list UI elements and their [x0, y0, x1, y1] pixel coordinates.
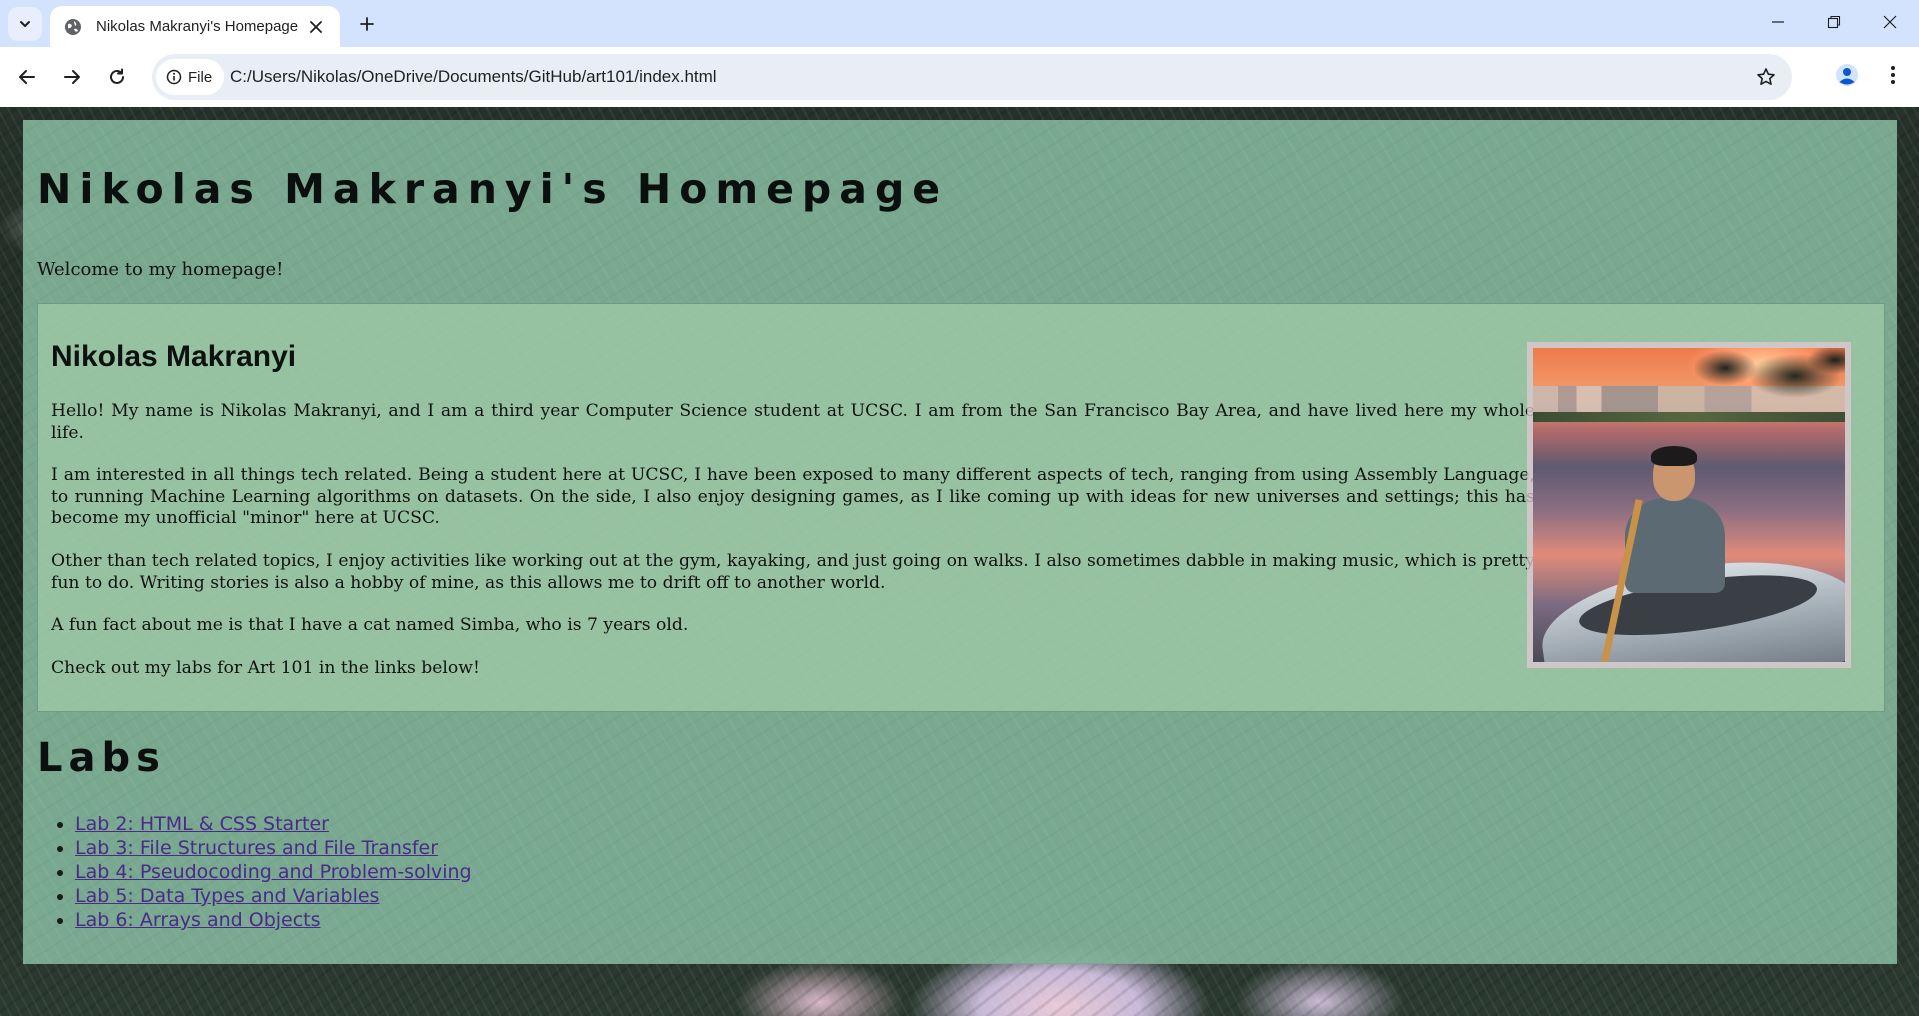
tab-title: Nikolas Makranyi's Homepage — [96, 18, 299, 35]
list-item: Lab 3: File Structures and File Transfer — [75, 836, 472, 860]
page-title: Nikolas Makranyi's Homepage — [37, 165, 949, 213]
close-icon — [1883, 15, 1897, 29]
close-window-button[interactable] — [1862, 0, 1918, 44]
tab-search-button[interactable] — [8, 7, 42, 41]
lab-link[interactable]: Lab 2: HTML & CSS Starter — [75, 813, 329, 835]
tab-strip: Nikolas Makranyi's Homepage — [0, 0, 1919, 47]
profile-button[interactable] — [1830, 58, 1864, 92]
bio-paragraph: I am interested in all things tech relat… — [51, 465, 1535, 529]
browser-menu-button[interactable] — [1876, 58, 1910, 92]
bio-heading: Nikolas Makranyi — [51, 340, 297, 373]
close-icon — [310, 20, 322, 33]
list-item: Lab 5: Data Types and Variables — [75, 884, 472, 908]
labs-heading: Labs — [37, 735, 166, 781]
minimize-button[interactable] — [1750, 0, 1806, 44]
star-icon — [1757, 68, 1775, 85]
photo-trees — [1695, 348, 1845, 418]
bookmark-button[interactable] — [1754, 65, 1778, 89]
lab-link[interactable]: Lab 3: File Structures and File Transfer — [75, 837, 438, 859]
bio-paragraph: Hello! My name is Nikolas Makranyi, and … — [51, 401, 1535, 443]
list-item: Lab 6: Arrays and Objects — [75, 908, 472, 932]
bio-paragraph: Check out my labs for Art 101 in the lin… — [51, 657, 480, 678]
forward-button[interactable] — [55, 60, 89, 94]
bio-text: Hello! My name is Nikolas Makranyi, and … — [51, 401, 1535, 700]
reload-button[interactable] — [100, 60, 134, 94]
info-icon — [166, 69, 182, 85]
arrow-right-icon — [64, 70, 80, 84]
list-item: Lab 4: Pseudocoding and Problem-solving — [75, 860, 472, 884]
globe-icon — [65, 18, 81, 35]
profile-photo — [1533, 348, 1845, 662]
url-text[interactable]: C:/Users/Nikolas/OneDrive/Documents/GitH… — [230, 67, 717, 87]
minimize-icon — [1772, 21, 1784, 23]
restore-icon — [1827, 15, 1841, 29]
bio-paragraph: Other than tech related topics, I enjoy … — [51, 550, 1535, 593]
page-viewport: Nikolas Makranyi's Homepage Welcome to m… — [0, 107, 1919, 1016]
tab-active[interactable]: Nikolas Makranyi's Homepage — [50, 6, 340, 47]
site-info-chip[interactable]: File — [156, 59, 224, 95]
chevron-down-icon — [20, 21, 30, 27]
more-vertical-icon — [1891, 66, 1895, 84]
restore-button[interactable] — [1806, 0, 1862, 44]
new-tab-button[interactable] — [352, 9, 382, 39]
avatar-icon — [1836, 64, 1858, 86]
lab-link[interactable]: Lab 5: Data Types and Variables — [75, 885, 379, 907]
list-item: Lab 2: HTML & CSS Starter — [75, 812, 472, 836]
photo-person-hair — [1651, 446, 1697, 466]
reload-icon — [110, 68, 124, 84]
bio-paragraph: A fun fact about me is that I have a cat… — [51, 615, 689, 636]
arrow-left-icon — [19, 70, 35, 84]
lab-link[interactable]: Lab 6: Arrays and Objects — [75, 909, 321, 931]
labs-list: Lab 2: HTML & CSS Starter Lab 3: File St… — [75, 812, 472, 932]
back-button[interactable] — [10, 60, 44, 94]
bio-section: Nikolas Makranyi Hello! My name is Nikol… — [37, 303, 1885, 712]
profile-photo-frame — [1527, 342, 1851, 668]
lab-link[interactable]: Lab 4: Pseudocoding and Problem-solving — [75, 861, 472, 883]
address-bar[interactable]: File C:/Users/Nikolas/OneDrive/Documents… — [152, 54, 1792, 100]
tab-close-button[interactable] — [306, 17, 326, 37]
browser-toolbar: File C:/Users/Nikolas/OneDrive/Documents… — [0, 47, 1919, 107]
site-info-label: File — [188, 68, 213, 86]
plus-icon — [360, 17, 374, 31]
main-panel: Nikolas Makranyi's Homepage Welcome to m… — [23, 120, 1897, 964]
welcome-text: Welcome to my homepage! — [37, 259, 284, 280]
